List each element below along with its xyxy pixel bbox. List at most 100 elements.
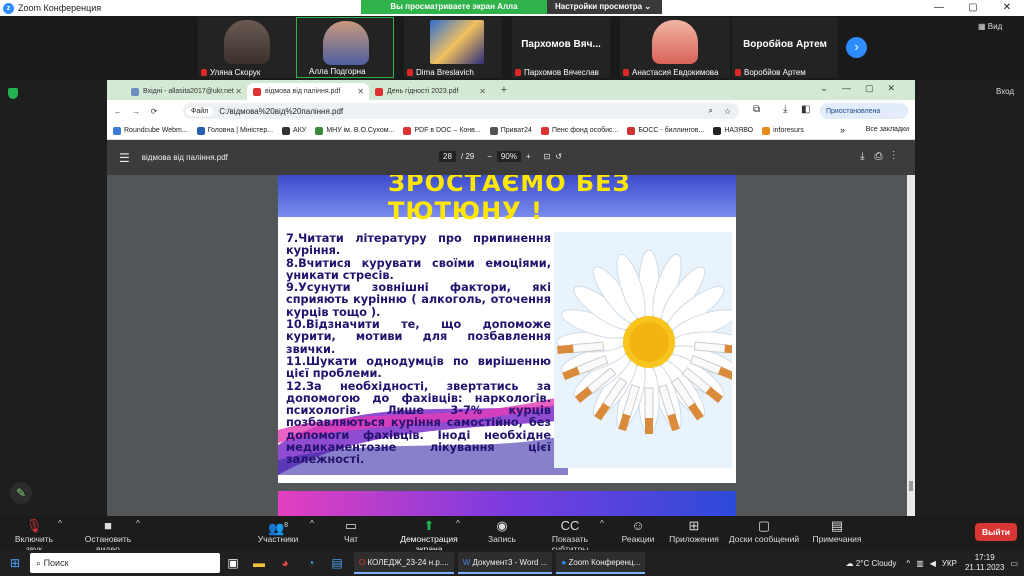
participant-display-name: Пархомов Вяч...	[521, 39, 601, 50]
unmute-button[interactable]: 🎙 Включить звук	[6, 518, 62, 554]
participant-video	[430, 20, 484, 64]
notifications-icon[interactable]: ▭	[1010, 559, 1018, 568]
more-bookmarks-icon[interactable]: »	[840, 125, 845, 135]
zoom-out-button[interactable]: −	[487, 152, 492, 161]
tab-pdf-active[interactable]: відмова від паління.pdf ✕	[247, 83, 369, 100]
participant-name: Пархомов Вячеслав	[524, 68, 599, 77]
bookmark-item[interactable]: МНУ ім. В.О.Сухом...	[315, 126, 394, 135]
bookmark-item[interactable]: Головна | Міністер...	[196, 126, 273, 135]
view-options-button[interactable]: Настройки просмотра ⌄	[547, 0, 662, 14]
new-tab-button[interactable]: +	[497, 84, 511, 98]
notes-button[interactable]: ▤ Примечания	[810, 518, 864, 544]
chevron-up-icon[interactable]: ^	[456, 518, 460, 528]
network-icon[interactable]: ▥	[916, 559, 924, 568]
rotate-icon[interactable]: ↺	[555, 152, 562, 161]
bookmark-item[interactable]: БОСС - биллингов...	[627, 126, 704, 135]
tray-chevron-icon[interactable]: ^	[906, 559, 910, 568]
participant-name: Уляна Скорук	[210, 68, 261, 77]
bookmark-item[interactable]: АКУ	[282, 126, 306, 135]
tab-mail[interactable]: Вхідні - allasita2017@ukr.net ✕	[125, 83, 247, 100]
bookmark-favicon-icon	[113, 126, 121, 135]
download-icon[interactable]: ⤓	[783, 104, 787, 115]
address-bar-row: ← → ⟳ Файл C:/відмова%20від%20паління.pd…	[107, 100, 915, 122]
address-bar[interactable]: Файл C:/відмова%20від%20паління.pdf ⌕ ☆	[183, 103, 739, 119]
browser-window-controls[interactable]: ⌄—▢✕	[820, 83, 909, 94]
participant-tile[interactable]: Анастасия Евдокимова	[620, 17, 730, 78]
next-participants-button[interactable]: ›	[846, 37, 867, 58]
view-button-secondary[interactable]: Вход	[996, 87, 1014, 96]
extensions-icon[interactable]: ⧉	[753, 104, 760, 115]
security-shield-icon[interactable]	[8, 88, 18, 99]
annotate-pen-icon[interactable]: ✎	[10, 482, 32, 504]
store-icon[interactable]: ▤	[324, 556, 350, 570]
sidepanel-icon[interactable]: ◧	[801, 104, 810, 115]
tab-pdf-dignity[interactable]: День гідності 2023.pdf ✕	[369, 83, 491, 100]
stop-video-button[interactable]: ■ Остановить видео	[72, 518, 144, 554]
bookmark-star-icon: ☆	[723, 106, 731, 116]
profile-button[interactable]: Приостановлена	[820, 103, 908, 119]
participant-tile[interactable]: Уляна Скорук	[198, 17, 296, 78]
chevron-up-icon[interactable]: ^	[310, 518, 314, 528]
view-button[interactable]: ▦ Вид	[978, 22, 1002, 31]
chat-button[interactable]: ▭ Чат	[336, 518, 366, 544]
chevron-up-icon[interactable]: ^	[600, 518, 604, 528]
captions-button[interactable]: CC Показать субтитры	[534, 518, 606, 554]
forward-icon[interactable]: →	[129, 107, 143, 116]
download-pdf-icon[interactable]: ⤓	[860, 151, 874, 162]
chrome-icon[interactable]: ◕	[272, 556, 298, 570]
captions-icon: CC	[560, 518, 580, 533]
clock[interactable]: 17:19 21.11.2023	[965, 553, 1004, 573]
weather[interactable]: 2°C Cloudy	[856, 559, 897, 568]
file-explorer-icon[interactable]: ▬	[246, 556, 272, 570]
zoom-icon: ●	[561, 557, 567, 567]
record-button[interactable]: ◉ Запись	[486, 518, 518, 544]
participants-button[interactable]: 👥8 Участники	[256, 518, 300, 544]
page-number-input[interactable]: 28	[439, 151, 456, 162]
pdf-scrollbar[interactable]	[907, 175, 915, 516]
slide-item: 12.За необхідності, звертатись за допомо…	[286, 379, 551, 467]
minimize-button[interactable]: —	[922, 0, 956, 16]
zoom-level[interactable]: 90%	[496, 151, 521, 162]
participant-tile[interactable]: Пархомов Вяч... Пархомов Вячеслав	[512, 17, 610, 78]
taskbar-app-word[interactable]: W Документ3 - Word ...	[457, 552, 553, 574]
leave-button[interactable]: Выйти	[975, 523, 1017, 541]
apps-button[interactable]: ⊞ Приложения	[668, 518, 720, 544]
chevron-up-icon[interactable]: ^	[136, 518, 140, 528]
close-tab-icon: ✕	[479, 87, 486, 96]
participant-tile[interactable]: Алла Подгорна	[296, 17, 394, 78]
chevron-up-icon[interactable]: ^	[58, 518, 62, 528]
taskbar-app-zoom[interactable]: ● Zoom Конференц...	[556, 552, 646, 574]
task-view-icon[interactable]: ▣	[220, 556, 246, 570]
bookmark-item[interactable]: inforesurs	[762, 126, 804, 135]
zoom-in-button[interactable]: +	[526, 152, 531, 161]
bookmark-item[interactable]: Roundcube Webm...	[113, 126, 188, 135]
taskbar-search[interactable]: ⌕ Поиск	[30, 553, 220, 573]
volume-icon[interactable]: ◀	[930, 559, 936, 568]
taskbar-app-opera[interactable]: O КОЛЕДЖ_23-24 н.р....	[354, 552, 454, 574]
bookmark-item[interactable]: НАЗЯВО	[713, 126, 753, 135]
windows-start-icon[interactable]: ⊞	[0, 556, 30, 570]
grid-icon: ▦	[978, 22, 986, 31]
all-bookmarks-button[interactable]: Все закладки	[866, 126, 909, 133]
menu-icon[interactable]: ☰	[119, 151, 130, 165]
fit-page-icon[interactable]: ⊡	[544, 152, 551, 161]
participant-video	[323, 21, 369, 65]
edge-icon[interactable]: ◔	[298, 556, 324, 570]
bookmark-item[interactable]: Приват24	[489, 126, 532, 135]
reload-icon[interactable]: ⟳	[147, 107, 161, 116]
pdf-viewport[interactable]: ЗРОСТАЄМО БЕЗ ТЮТЮНУ ! 7.Читати літерату…	[107, 175, 915, 516]
maximize-button[interactable]: ▢	[956, 0, 990, 16]
bookmark-item[interactable]: PDF в DOC – Конв...	[403, 126, 481, 135]
whiteboards-button[interactable]: ▢ Доски сообщений	[728, 518, 800, 544]
language-indicator[interactable]: УКР	[942, 559, 957, 568]
reactions-button[interactable]: ☺ Реакции	[620, 518, 656, 544]
participant-tile[interactable]: Dima Breslavich	[404, 17, 502, 78]
more-icon[interactable]: ⋮	[893, 151, 906, 162]
back-icon[interactable]: ←	[111, 107, 125, 116]
word-icon: W	[462, 557, 471, 567]
bookmark-item[interactable]: Пенс фонд особис...	[540, 126, 618, 135]
browser-tab-strip: Вхідні - allasita2017@ukr.net ✕ відмова в…	[107, 80, 915, 100]
participant-tile[interactable]: Воробйов Артем Воробйов Артем	[732, 17, 838, 78]
close-button[interactable]: ✕	[990, 0, 1024, 16]
print-icon[interactable]: ⎙	[875, 151, 893, 162]
